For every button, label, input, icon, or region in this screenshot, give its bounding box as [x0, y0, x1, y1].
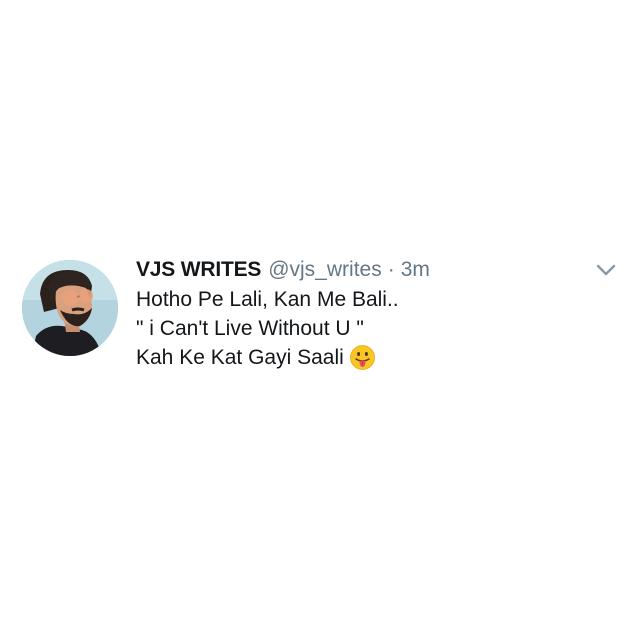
author-name[interactable]: VJS WRITES	[136, 256, 261, 284]
tweet-text-line-3: Kah Ke Kat Gayi Saali	[136, 346, 344, 369]
tweet-text-line-2: " i Can't Live Without U "	[136, 317, 364, 340]
tweet-text-line: Kah Ke Kat Gayi Saali	[136, 343, 399, 372]
avatar[interactable]	[22, 260, 118, 356]
face-with-tongue-emoji	[349, 345, 375, 370]
tweet-text: Hotho Pe Lali, Kan Me Bali.. " i Can't L…	[136, 285, 399, 372]
tweet-header: VJS WRITES @vjs_writes · 3m	[136, 256, 430, 284]
timestamp[interactable]: 3m	[401, 256, 430, 284]
tweet-text-line-1: Hotho Pe Lali, Kan Me Bali..	[136, 288, 399, 311]
avatar-image	[22, 260, 118, 356]
author-handle[interactable]: @vjs_writes	[268, 256, 382, 284]
tweet-card[interactable]: VJS WRITES @vjs_writes · 3m Hotho Pe Lal…	[0, 0, 640, 640]
separator-dot: ·	[387, 258, 395, 281]
tweet-text-line: Hotho Pe Lali, Kan Me Bali..	[136, 285, 399, 314]
tweet-text-line: " i Can't Live Without U "	[136, 314, 399, 343]
chevron-down-icon[interactable]	[594, 260, 618, 280]
